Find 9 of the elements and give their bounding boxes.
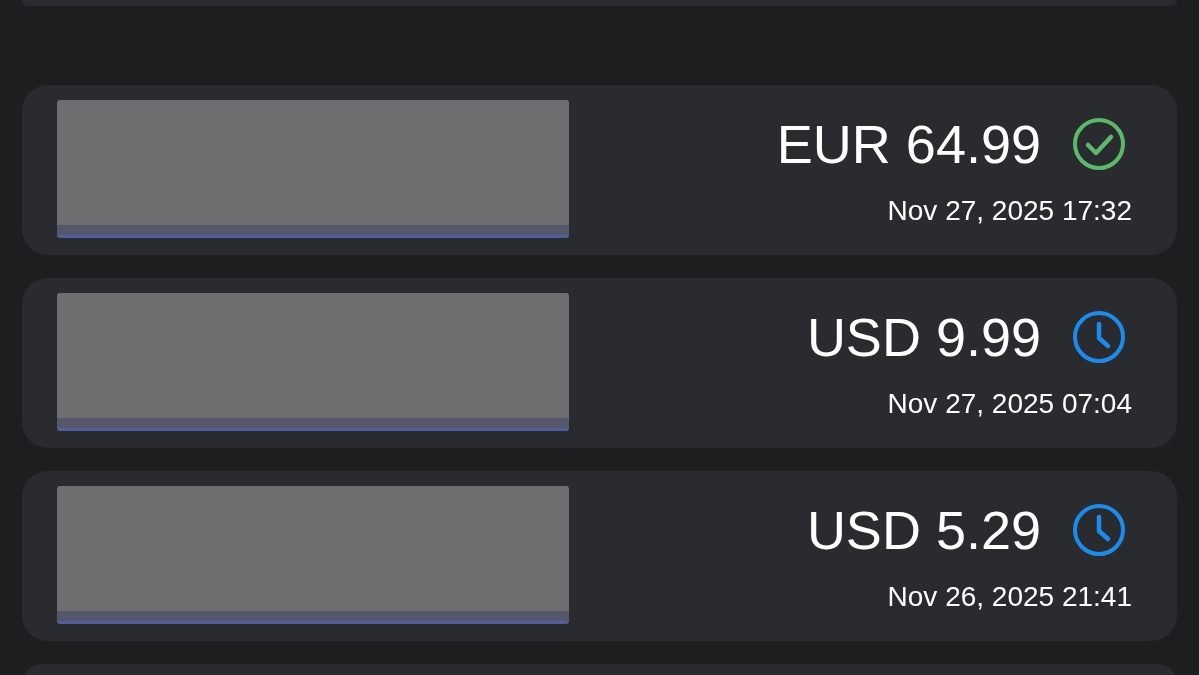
transaction-date: Nov 27, 2025 07:04 bbox=[887, 387, 1132, 421]
amount: USD 5.29 bbox=[806, 503, 1041, 557]
amount: EUR 64.99 bbox=[776, 117, 1041, 171]
transaction-card[interactable]: USD 9.99 Nov 27, 2025 07:04 bbox=[22, 278, 1177, 448]
transaction-card[interactable]: EUR 64.99 Nov 27, 2025 17:32 bbox=[22, 85, 1177, 255]
transaction-date: Nov 26, 2025 21:41 bbox=[887, 580, 1132, 614]
transaction-date: Nov 27, 2025 17:32 bbox=[887, 194, 1132, 228]
transaction-card[interactable]: USD 5.29 Nov 26, 2025 21:41 bbox=[22, 471, 1177, 641]
amount: USD 9.99 bbox=[806, 310, 1041, 364]
